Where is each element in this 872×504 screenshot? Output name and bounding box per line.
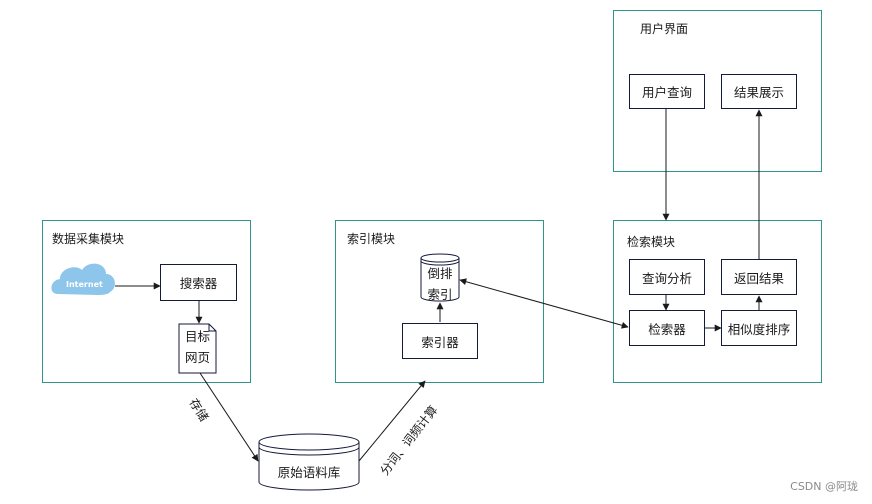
return-results-node: 返回结果 [721,259,797,295]
similarity-ranking-node: 相似度排序 [721,310,797,346]
user-query-node: 用户查询 [629,74,705,109]
result-display-node: 结果展示 [721,74,797,109]
target-pages-line2: 网页 [184,350,210,365]
searcher-node: 检索器 [629,310,705,346]
query-analysis-node: 查询分析 [629,259,705,295]
internet-label: Internet [66,280,103,289]
indexer-node: 索引器 [402,323,478,359]
target-pages-line1: 目标 [184,329,210,344]
inverted-index-line1: 倒排 [427,266,453,281]
target-pages-label: 目标 网页 [179,326,216,368]
inverted-index-line2: 索引 [427,287,453,302]
raw-corpus-label: 原始语料库 [277,465,341,480]
edge-inverted-index-searcher [459,278,629,329]
inverted-index-label: 倒排 索引 [421,263,459,305]
crawler-node: 搜索器 [160,264,237,301]
watermark: CSDN @阿珑 [790,480,858,493]
